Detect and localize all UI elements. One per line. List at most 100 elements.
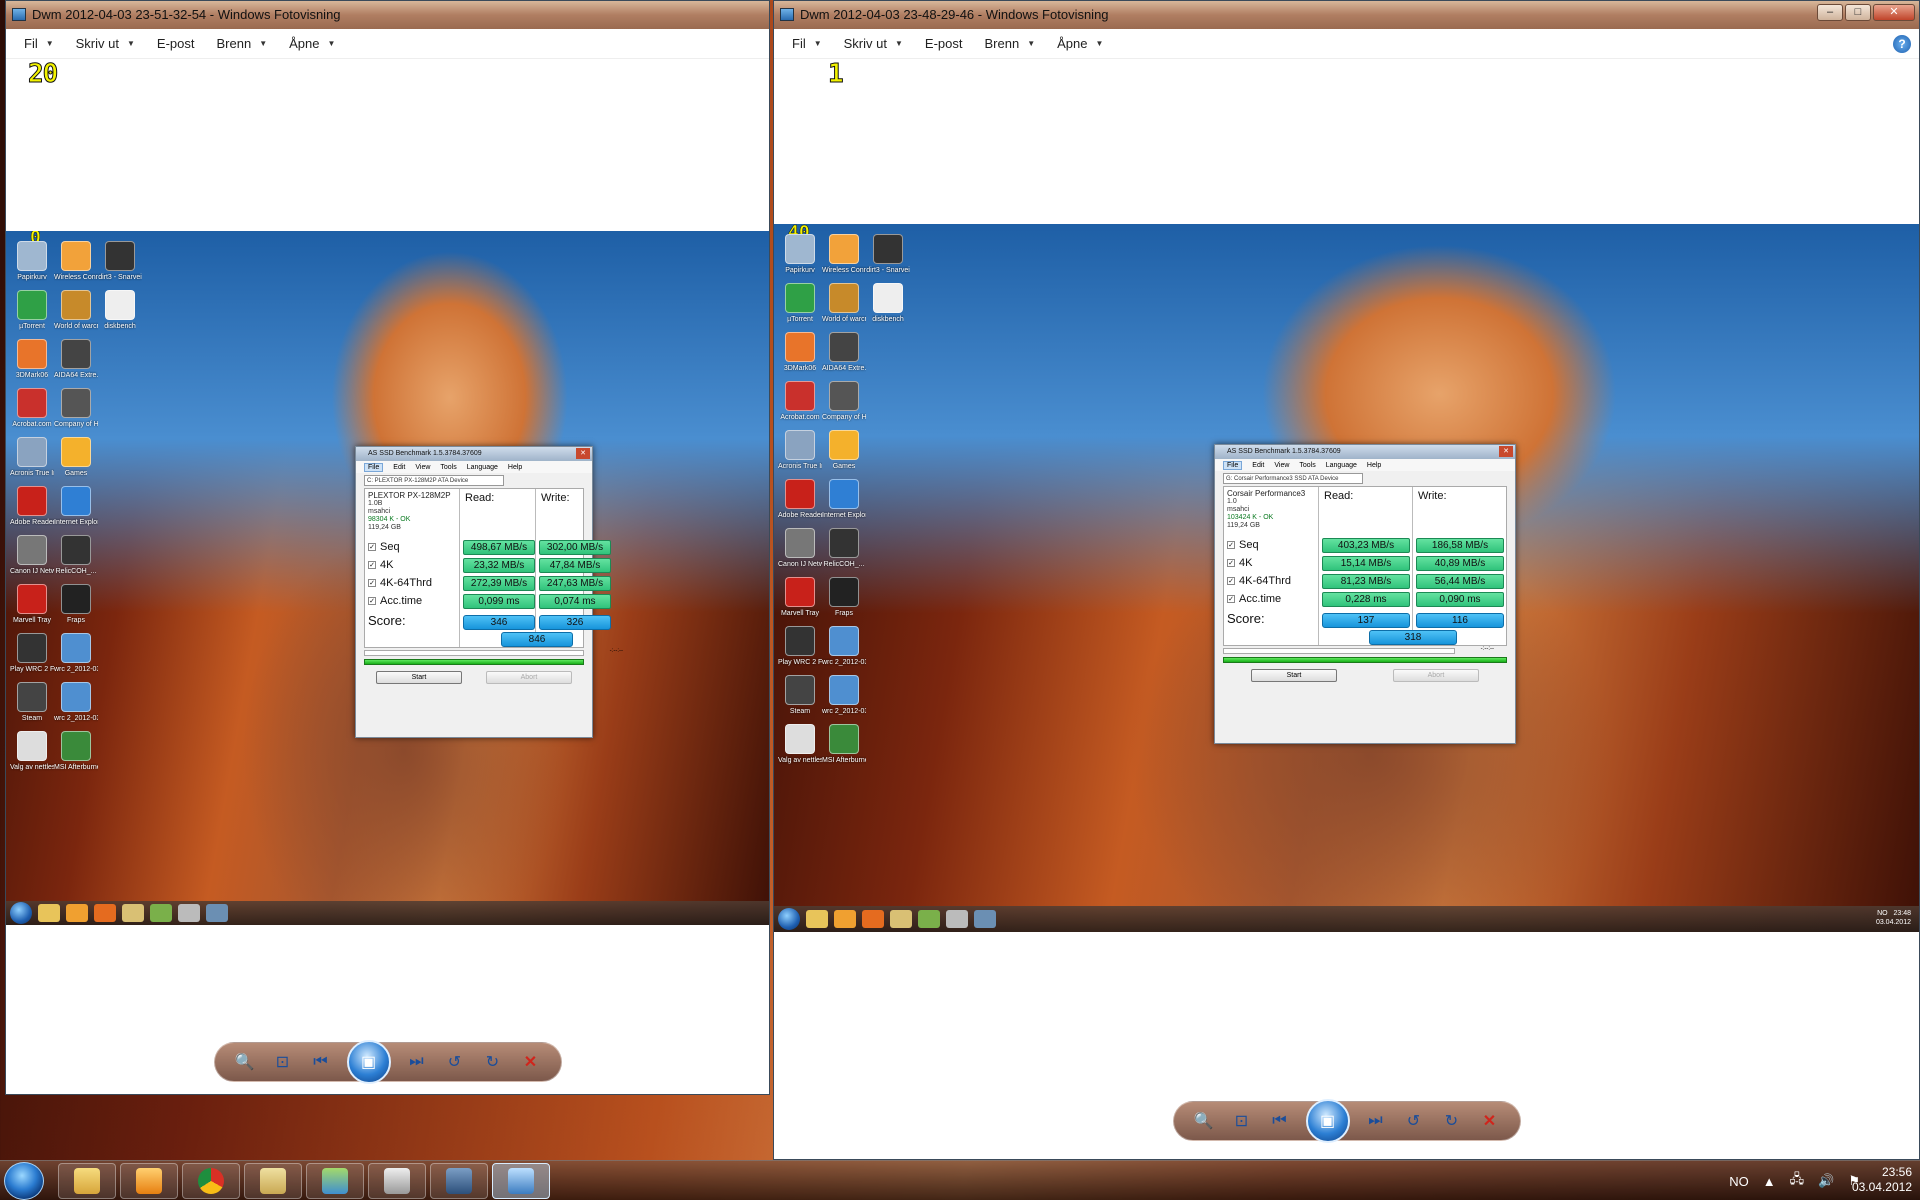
desktop-icon[interactable]: Acrobat.com — [10, 388, 54, 429]
desktop-icon[interactable]: Games — [54, 437, 98, 478]
4k-checkbox[interactable]: ✓ 4K — [1227, 557, 1252, 569]
menu-file[interactable]: Fil ▼ — [24, 36, 54, 51]
acctime-checkbox[interactable]: ✓ Acc.time — [1227, 593, 1281, 605]
rotate-left-icon[interactable]: ↺ — [443, 1050, 467, 1074]
taskbar-fraps[interactable] — [430, 1163, 488, 1199]
drive-select[interactable]: G: Corsair Performance3 SSD ATA Device — [1223, 473, 1363, 484]
menu-email[interactable]: E-post — [925, 36, 963, 51]
desktop-icon[interactable]: wrc 2_2012-03... — [822, 675, 866, 716]
desktop-icon[interactable]: MSI Afterburner — [822, 724, 866, 765]
zoom-icon[interactable]: 🔍 — [233, 1050, 257, 1074]
taskbar-media-player[interactable] — [120, 1163, 178, 1199]
desktop-icon[interactable]: wrc 2_2012-03... — [822, 626, 866, 667]
taskbar-photo-viewer[interactable] — [492, 1163, 550, 1199]
desktop-icon[interactable]: Internet Explor... — [54, 486, 98, 527]
title-bar[interactable]: Dwm 2012-04-03 23-51-32-54 - Windows Fot… — [6, 1, 769, 29]
desktop-icon[interactable]: dirt3 - Snarvei — [98, 241, 142, 282]
clock[interactable]: 23:56 03.04.2012 — [1852, 1165, 1912, 1195]
menu-file[interactable]: Fil ▼ — [792, 36, 822, 51]
slideshow-button[interactable]: ▣ — [1305, 1099, 1350, 1143]
abort-button[interactable]: Abort — [486, 671, 572, 684]
fit-window-icon[interactable]: ⊡ — [1230, 1109, 1254, 1133]
title-bar[interactable]: Dwm 2012-04-03 23-48-29-46 - Windows Fot… — [774, 1, 1919, 29]
desktop-icon[interactable]: World of warcraft — [822, 283, 866, 324]
desktop-icon[interactable]: Wireless Connecti... — [54, 241, 98, 282]
menu-item[interactable]: Help — [1367, 462, 1381, 469]
close-icon[interactable]: ✕ — [1499, 446, 1513, 457]
menu-item[interactable]: Language — [467, 464, 498, 471]
desktop-icon[interactable]: Papirkurv — [778, 234, 822, 275]
desktop-icon[interactable]: Marvell Tray — [10, 584, 54, 625]
minimize-button[interactable]: – — [1817, 4, 1843, 21]
desktop-icon[interactable]: Valg av nettleser — [778, 724, 822, 765]
desktop-icon[interactable]: Play WRC 2 FIA World R... — [778, 626, 822, 667]
acctime-checkbox[interactable]: ✓ Acc.time — [368, 595, 422, 607]
desktop-icon[interactable]: 3DMark06 — [778, 332, 822, 373]
taskbar-messenger[interactable] — [306, 1163, 364, 1199]
previous-icon[interactable]: ⏮ — [1268, 1109, 1292, 1133]
4k64-checkbox[interactable]: ✓ 4K-64Thrd — [368, 577, 432, 589]
delete-icon[interactable]: ✕ — [519, 1050, 543, 1074]
desktop-icon[interactable]: Steam — [10, 682, 54, 723]
taskbar-chrome[interactable] — [182, 1163, 240, 1199]
menu-open[interactable]: Åpne ▼ — [289, 36, 335, 51]
desktop-icon[interactable]: Adobe Reader 9 — [10, 486, 54, 527]
4k64-checkbox[interactable]: ✓ 4K-64Thrd — [1227, 575, 1291, 587]
desktop-icon[interactable]: RelicCOH_... — [822, 528, 866, 569]
slideshow-button[interactable]: ▣ — [346, 1040, 391, 1084]
show-hidden-icons-icon[interactable]: ▲ — [1763, 1174, 1776, 1189]
menu-item[interactable]: View — [1274, 462, 1289, 469]
close-button[interactable]: ✕ — [1873, 4, 1915, 21]
menu-item[interactable]: File — [364, 462, 384, 472]
menu-item[interactable]: Edit — [393, 464, 405, 471]
fit-window-icon[interactable]: ⊡ — [271, 1050, 295, 1074]
desktop-icon[interactable]: diskbench — [866, 283, 910, 324]
desktop-icon[interactable]: Internet Explor... — [822, 479, 866, 520]
desktop-icon[interactable]: Company of Heroes - ... — [822, 381, 866, 422]
maximize-button[interactable]: □ — [1845, 4, 1871, 21]
delete-icon[interactable]: ✕ — [1478, 1109, 1502, 1133]
desktop-icon[interactable]: Wireless Connecti... — [822, 234, 866, 275]
desktop-icon[interactable]: Adobe Reader 9 — [778, 479, 822, 520]
desktop-icon[interactable]: Company of Heroes - ... — [54, 388, 98, 429]
desktop-icon[interactable]: Fraps — [54, 584, 98, 625]
desktop-icon[interactable]: Papirkurv — [10, 241, 54, 282]
desktop-icon[interactable]: Play WRC 2 FIA World R... — [10, 633, 54, 674]
seq-checkbox[interactable]: ✓ Seq — [368, 541, 400, 553]
desktop-icon[interactable]: World of warcraft — [54, 290, 98, 331]
volume-icon[interactable]: 🔊 — [1818, 1173, 1834, 1189]
menu-print[interactable]: Skriv ut ▼ — [844, 36, 903, 51]
menu-open[interactable]: Åpne ▼ — [1057, 36, 1103, 51]
menu-item[interactable]: Tools — [1299, 462, 1315, 469]
desktop-icon[interactable]: Marvell Tray — [778, 577, 822, 618]
desktop-icon[interactable]: Games — [822, 430, 866, 471]
start-button[interactable]: Start — [376, 671, 462, 684]
desktop-icon[interactable]: dirt3 - Snarvei — [866, 234, 910, 275]
rotate-right-icon[interactable]: ↻ — [481, 1050, 505, 1074]
desktop-icon[interactable]: AIDA64 Extre... — [822, 332, 866, 373]
menu-item[interactable]: Language — [1326, 462, 1357, 469]
photo-viewer-window-right[interactable]: Dwm 2012-04-03 23-48-29-46 - Windows Fot… — [773, 0, 1920, 1160]
drive-select[interactable]: C: PLEXTOR PX-128M2P ATA Device — [364, 475, 504, 486]
desktop-icon[interactable]: Steam — [778, 675, 822, 716]
network-icon[interactable]: 🖧 — [1790, 1170, 1805, 1192]
desktop-icon[interactable]: diskbench — [98, 290, 142, 331]
menu-print[interactable]: Skriv ut ▼ — [76, 36, 135, 51]
help-icon[interactable]: ? — [1893, 35, 1911, 53]
menu-item[interactable]: Tools — [440, 464, 456, 471]
taskbar-explorer[interactable] — [58, 1163, 116, 1199]
rotate-left-icon[interactable]: ↺ — [1402, 1109, 1426, 1133]
desktop-icon[interactable]: Fraps — [822, 577, 866, 618]
menu-burn[interactable]: Brenn ▼ — [216, 36, 267, 51]
menu-item[interactable]: File — [1223, 460, 1243, 470]
rotate-right-icon[interactable]: ↻ — [1440, 1109, 1464, 1133]
desktop-icon[interactable]: Acronis True Image HD — [778, 430, 822, 471]
next-icon[interactable]: ⏭ — [1364, 1109, 1388, 1133]
next-icon[interactable]: ⏭ — [405, 1050, 429, 1074]
desktop-icon[interactable]: Acronis True Image HD — [10, 437, 54, 478]
desktop-icon[interactable]: MSI Afterburner — [54, 731, 98, 772]
desktop-icon[interactable]: wrc 2_2012-03... — [54, 633, 98, 674]
desktop-icon[interactable]: µTorrent — [10, 290, 54, 331]
start-button[interactable]: Start — [1251, 669, 1337, 682]
menu-item[interactable]: Edit — [1252, 462, 1264, 469]
